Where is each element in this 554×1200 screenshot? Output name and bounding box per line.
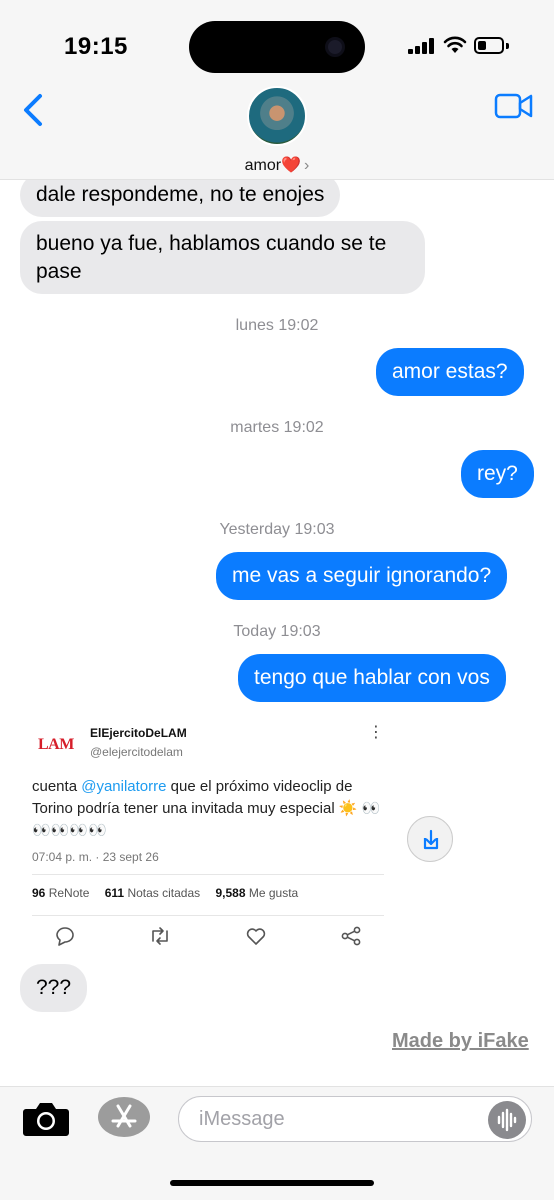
quotes-label[interactable]: Notas citadas (127, 886, 200, 900)
tweet-author-name[interactable]: ElEjercitoDeLAM (90, 726, 187, 740)
back-button[interactable] (20, 92, 50, 128)
dynamic-island (189, 21, 365, 73)
contact-name-button[interactable]: amor❤️ › (0, 155, 554, 175)
app-store-button[interactable] (98, 1097, 150, 1137)
contact-name: amor❤️ (244, 157, 302, 174)
save-attachment-button[interactable] (407, 816, 453, 862)
watermark-text: Made by iFake (392, 1030, 529, 1052)
message-bubble-outgoing[interactable]: me vas a seguir ignorando? (216, 552, 508, 600)
audio-waveform-icon (497, 1108, 517, 1132)
message-bubble-incoming[interactable]: dale respondeme, no te enojes (20, 180, 341, 217)
comment-icon[interactable] (53, 924, 77, 948)
likes-label[interactable]: Me gusta (249, 886, 298, 900)
message-bubble-outgoing[interactable]: tengo que hablar con vos (238, 654, 506, 702)
tweet-actions (22, 924, 390, 948)
message-bubble-outgoing[interactable]: amor estas? (376, 348, 524, 396)
tweet-stats: 96 ReNote 611 Notas citadas 9,588 Me gus… (32, 886, 299, 900)
divider (32, 915, 384, 916)
chevron-right-icon: › (304, 157, 310, 174)
share-icon[interactable] (339, 924, 363, 948)
battery-level (478, 41, 486, 50)
timestamp: Yesterday 19:03 (219, 521, 335, 538)
message-bubble-incoming[interactable]: bueno ya fue, hablamos cuando se te pase (20, 221, 425, 294)
contact-avatar[interactable] (247, 86, 307, 146)
timestamp: lunes 19:02 (235, 317, 319, 334)
renotes-label[interactable]: ReNote (49, 886, 90, 900)
cellular-signal-icon (408, 38, 436, 54)
audio-message-button[interactable] (488, 1101, 526, 1139)
message-bubble-incoming[interactable]: ??? (20, 964, 88, 1012)
status-bar: 19:15 (0, 0, 554, 80)
lam-logo: LAM (38, 736, 74, 753)
divider (32, 874, 384, 875)
message-list[interactable]: dale respondeme, no te enojes bueno ya f… (0, 180, 554, 1086)
timestamp: Today 19:03 (233, 623, 321, 640)
front-camera-icon (325, 37, 345, 57)
app-store-icon (111, 1104, 137, 1128)
tweet-text: cuenta @yanilatorre que el próximo video… (32, 778, 381, 839)
video-camera-icon (494, 93, 533, 119)
camera-icon (23, 1103, 69, 1136)
wifi-icon (443, 36, 467, 53)
heart-icon[interactable] (244, 924, 268, 948)
camera-button[interactable] (22, 1101, 70, 1137)
status-time: 19:15 (64, 33, 128, 60)
battery-icon (474, 37, 504, 54)
tweet-mention-link[interactable]: @yanilatorre (81, 778, 166, 795)
retweet-icon[interactable] (148, 924, 172, 948)
more-options-icon[interactable]: ⋮ (368, 722, 384, 742)
message-bubble-outgoing[interactable]: rey? (461, 450, 534, 498)
timestamp: martes 19:02 (230, 419, 324, 436)
download-icon (423, 829, 439, 850)
tweet-card[interactable]: LAM ElEjercitoDeLAM @elejercitodelam ⋮ c… (22, 712, 390, 960)
facetime-video-button[interactable] (494, 92, 534, 120)
chevron-left-icon (24, 94, 42, 126)
home-indicator[interactable] (170, 1180, 374, 1186)
tweet-author-handle[interactable]: @elejercitodelam (90, 745, 183, 759)
tweet-date: 07:04 p. m. · 23 sept 26 (32, 850, 159, 864)
imessage-input[interactable] (178, 1096, 532, 1142)
battery-tip (506, 43, 509, 49)
